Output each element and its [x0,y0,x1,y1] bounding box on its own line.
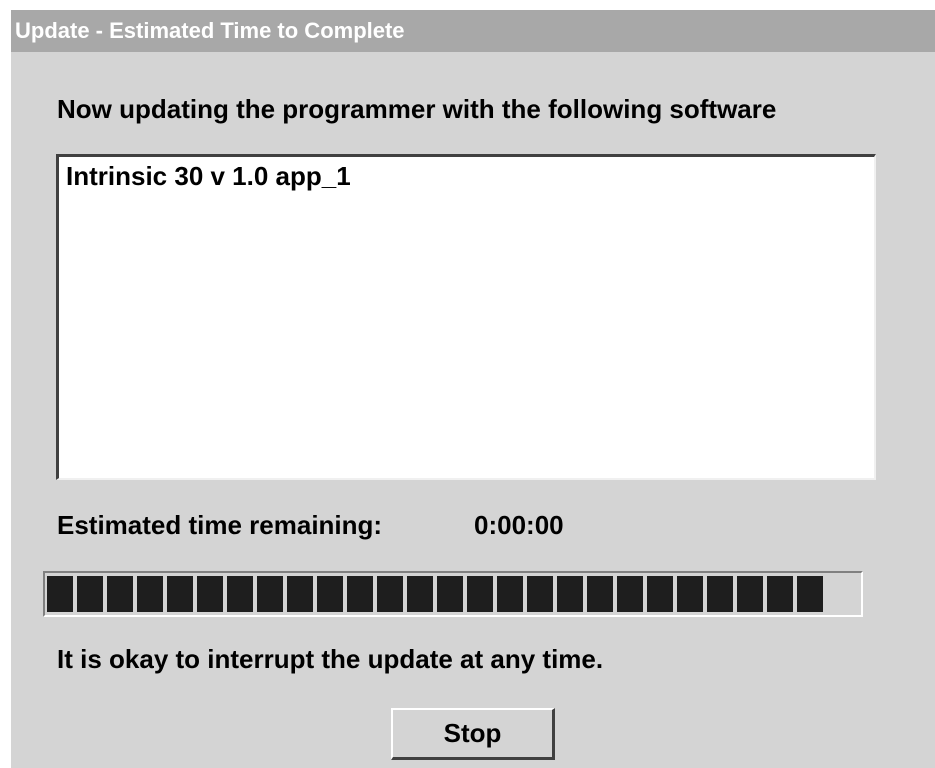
progress-segment [167,576,193,612]
progress-segment [467,576,493,612]
progress-segment [77,576,103,612]
progress-segment [707,576,733,612]
window-title[interactable]: Update - Estimated Time to Complete [11,10,935,52]
progress-segment [257,576,283,612]
progress-segment [47,576,73,612]
progress-segment [227,576,253,612]
progress-segment [377,576,403,612]
time-remaining-label: Estimated time remaining: [57,510,383,540]
progress-segment [677,576,703,612]
progress-segment [557,576,583,612]
progress-segment [347,576,373,612]
stop-button[interactable]: Stop [391,708,555,760]
progress-segment [587,576,613,612]
progress-segment [497,576,523,612]
update-dialog: Update - Estimated Time to Complete Now … [10,10,935,768]
progress-segment [407,576,433,612]
progress-segment [767,576,793,612]
software-listbox[interactable]: Intrinsic 30 v 1.0 app_1 [56,154,876,480]
progress-segment [617,576,643,612]
progress-segment [527,576,553,612]
progress-segment [647,576,673,612]
update-heading: Now updating the programmer with the fol… [57,94,777,124]
progress-segment [317,576,343,612]
progress-bar [43,571,863,617]
progress-segment [437,576,463,612]
progress-fill [47,576,823,612]
interrupt-note: It is okay to interrupt the update at an… [57,644,604,674]
progress-segment [737,576,763,612]
progress-segment [197,576,223,612]
progress-segment [797,576,823,612]
progress-segment [287,576,313,612]
progress-segment [107,576,133,612]
progress-segment [137,576,163,612]
list-item[interactable]: Intrinsic 30 v 1.0 app_1 [66,161,351,192]
time-remaining-value: 0:00:00 [474,510,564,540]
